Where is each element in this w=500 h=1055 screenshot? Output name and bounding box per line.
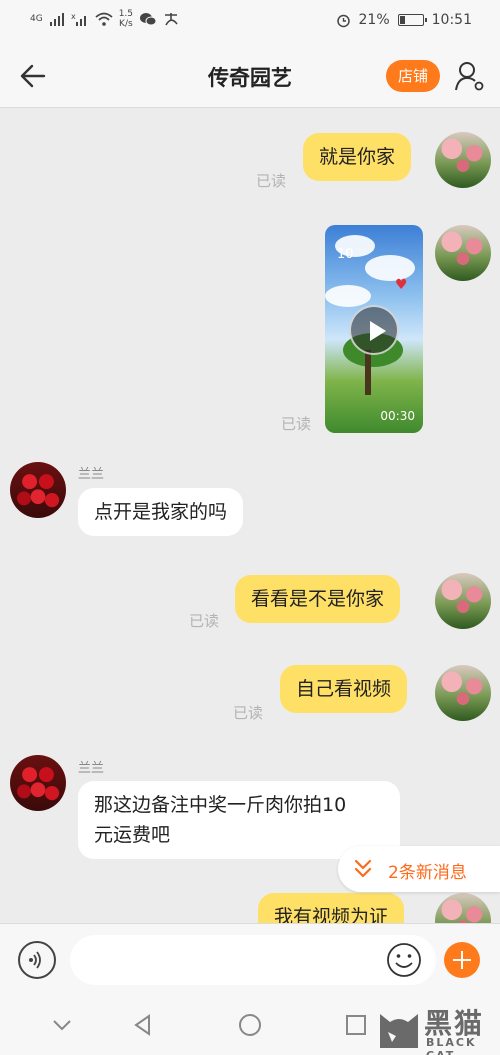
watermark-en: BLACK CAT xyxy=(426,1036,477,1055)
my-avatar[interactable] xyxy=(435,573,491,629)
read-receipt: 已读 xyxy=(189,612,220,630)
signal-icon xyxy=(49,13,64,26)
shop-button[interactable]: 店铺 xyxy=(386,60,440,92)
my-avatar[interactable] xyxy=(435,225,491,281)
chat-header: 传奇园艺 店铺 xyxy=(0,44,500,108)
new-messages-button[interactable]: 2条新消息 xyxy=(338,846,500,892)
video-duration: 00:30 xyxy=(380,409,415,423)
composer-bar xyxy=(0,923,500,995)
new-messages-label: 2条新消息 xyxy=(388,863,467,883)
status-bar: 4G x 1.5 K/s 21% 10:51 xyxy=(0,0,500,44)
cat-logo-icon xyxy=(380,1014,418,1048)
message-line: 元运费吧 xyxy=(94,824,171,846)
read-receipt: 已读 xyxy=(233,704,264,722)
message-bubble[interactable]: 自己看视频 xyxy=(280,665,408,713)
heart-icon: ♥ xyxy=(395,277,408,293)
my-avatar[interactable] xyxy=(435,665,491,721)
voice-button[interactable] xyxy=(18,941,56,979)
message-line: 那这边备注中奖一斤肉你拍10 xyxy=(94,794,347,816)
user-settings-button[interactable] xyxy=(454,60,486,92)
alarm-icon xyxy=(336,14,350,27)
add-button[interactable] xyxy=(444,942,480,978)
emoji-button[interactable] xyxy=(386,942,422,978)
contact-avatar[interactable] xyxy=(10,462,66,518)
sender-name: 兰兰 xyxy=(78,467,105,482)
speed-value: 1.5 xyxy=(118,9,134,19)
play-button[interactable] xyxy=(349,305,399,355)
blackcat-watermark: 黑猫 BLACK CAT xyxy=(372,1000,500,1055)
clock: 10:51 xyxy=(431,12,472,28)
battery-level xyxy=(399,16,405,24)
speed-unit: K/s xyxy=(119,19,133,29)
svg-text:x: x xyxy=(71,12,76,21)
message-bubble[interactable]: 看看是不是你家 xyxy=(235,575,401,623)
message-bubble[interactable]: 点开是我家的吗 xyxy=(78,488,244,536)
video-clock: 10 xyxy=(337,247,354,262)
emoji-icon xyxy=(387,943,421,977)
my-avatar[interactable] xyxy=(435,132,491,188)
sender-name: 兰兰 xyxy=(78,761,105,776)
signal-nosim-icon: x xyxy=(71,12,86,26)
home-nav-icon[interactable] xyxy=(238,1013,262,1037)
video-cloud xyxy=(325,285,371,307)
status-left: 4G x 1.5 K/s xyxy=(30,9,179,29)
contact-avatar[interactable] xyxy=(10,755,66,811)
status-right: 21% 10:51 xyxy=(336,12,472,28)
wechat-icon xyxy=(140,13,157,26)
video-message[interactable]: 10 ♥ 00:30 xyxy=(325,225,423,433)
battery-percent: 21% xyxy=(358,12,390,28)
read-receipt: 已读 xyxy=(281,415,312,433)
back-nav-icon[interactable] xyxy=(131,1013,155,1037)
message-bubble[interactable]: 就是你家 xyxy=(303,133,412,181)
network-type: 4G xyxy=(30,14,43,24)
wifi-icon xyxy=(95,12,113,26)
read-receipt: 已读 xyxy=(256,172,287,190)
voice-icon xyxy=(29,951,41,969)
user-settings-icon xyxy=(455,62,484,91)
double-chevron-down-icon xyxy=(354,859,372,878)
message-input[interactable] xyxy=(70,935,436,985)
chevron-down-icon[interactable] xyxy=(50,1013,74,1037)
recents-nav-icon[interactable] xyxy=(344,1013,368,1037)
network-speed: 1.5 K/s xyxy=(119,9,133,29)
alipay-icon xyxy=(165,13,178,26)
video-tree-trunk xyxy=(365,350,371,395)
battery-icon xyxy=(397,14,427,26)
